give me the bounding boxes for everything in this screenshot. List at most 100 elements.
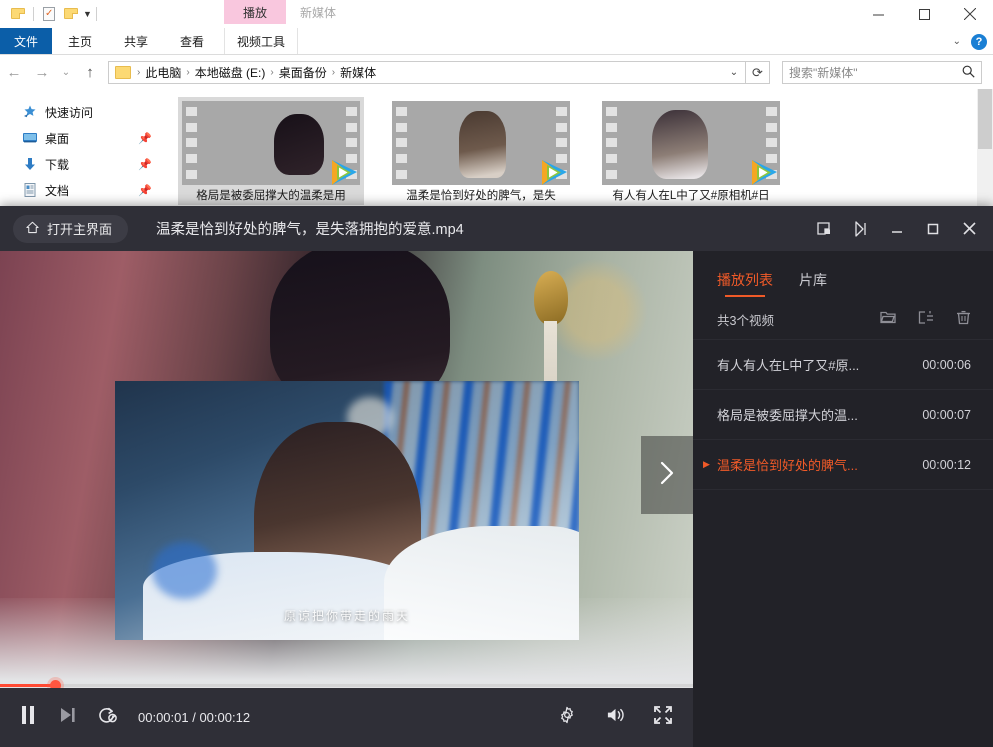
repeat-button[interactable] — [88, 688, 128, 747]
player-file-title: 温柔是恰到好处的脾气，是失落拥抱的爱意.mp4 — [156, 222, 464, 238]
close-button[interactable] — [947, 0, 993, 28]
maximize-button[interactable] — [901, 0, 947, 28]
recent-locations-icon[interactable]: ⌄ — [56, 56, 76, 89]
film-sprockets-left — [602, 101, 620, 185]
open-folder-icon[interactable] — [880, 310, 896, 328]
forward-arrow-icon[interactable]: → — [28, 56, 56, 89]
breadcrumb-sep-0: › — [137, 67, 141, 78]
video-stage[interactable]: 原谅把你带走的雨天 — [0, 251, 693, 747]
scrollbar-thumb[interactable] — [978, 89, 992, 149]
playlist-tab-strip: 播放列表 片库 — [693, 251, 993, 299]
tab-share[interactable]: 共享 — [108, 28, 164, 54]
playlist-item[interactable]: ▶ 温柔是恰到好处的脾气... 00:00:12 — [693, 439, 993, 489]
settings-button[interactable] — [547, 688, 587, 747]
tencent-video-icon — [746, 157, 784, 189]
pin-icon[interactable]: 📌 — [138, 158, 152, 171]
tab-view[interactable]: 查看 — [164, 28, 220, 54]
breadcrumb-sep-2: › — [270, 67, 274, 78]
player-right-controls — [547, 688, 683, 747]
address-breadcrumb-bar[interactable]: › 此电脑 › 本地磁盘 (E:) › 桌面备份 › 新媒体 ⌄ — [108, 61, 746, 84]
minimize-button[interactable] — [855, 0, 901, 28]
volume-button[interactable] — [595, 688, 635, 747]
breadcrumb-new-media[interactable]: 新媒体 — [337, 64, 379, 81]
playlist-item-duration: 00:00:12 — [922, 457, 971, 472]
close-icon[interactable] — [951, 206, 987, 251]
folder-icon[interactable] — [7, 3, 29, 25]
pause-icon — [20, 705, 36, 730]
thumbnail-image — [621, 105, 761, 181]
address-bar-row: ← → ⌄ ↑ › 此电脑 › 本地磁盘 (E:) › 桌面备份 › 新媒体 ⌄… — [0, 56, 993, 89]
nav-item-quick-access[interactable]: 快速访问 — [0, 99, 170, 125]
playlist-item[interactable]: 格局是被委屈撑大的温... 00:00:07 — [693, 389, 993, 439]
nav-item-downloads[interactable]: 下载 📌 — [0, 151, 170, 177]
tab-library[interactable]: 片库 — [799, 270, 827, 299]
search-icon[interactable] — [962, 65, 975, 81]
next-video-button[interactable] — [641, 436, 693, 514]
playlist-count-label: 共3个视频 — [717, 313, 774, 328]
gear-icon — [558, 706, 576, 729]
cast-icon[interactable] — [843, 206, 879, 251]
pause-button[interactable] — [8, 688, 48, 747]
breadcrumb-folder-icon — [115, 66, 131, 79]
chevron-down-icon[interactable]: ⌄ — [953, 36, 961, 47]
search-input[interactable]: 搜索"新媒体" — [782, 61, 982, 84]
properties-icon[interactable] — [38, 3, 60, 25]
video-thumbnail — [182, 101, 360, 185]
tab-video-tools[interactable]: 视频工具 — [224, 28, 299, 54]
progress-track[interactable] — [0, 684, 693, 687]
quick-access-toolbar: ▼ — [0, 3, 101, 25]
minimize-icon[interactable] — [879, 206, 915, 251]
video-bokeh-blue — [152, 541, 218, 599]
video-subtitle: 原谅把你带走的雨天 — [283, 609, 410, 623]
mini-window-icon[interactable] — [807, 206, 843, 251]
address-dropdown-icon[interactable]: ⌄ — [723, 67, 745, 78]
player-control-bar: 00:00:01 / 00:00:12 — [0, 688, 693, 747]
player-title-bar: 打开主界面 温柔是恰到好处的脾气，是失落拥抱的爱意.mp4 — [0, 206, 993, 251]
file-name: 格局是被委屈撑大的温柔是用 — [196, 190, 346, 202]
repeat-off-icon — [98, 706, 118, 729]
nav-item-desktop[interactable]: 桌面 📌 — [0, 125, 170, 151]
open-main-ui-button[interactable]: 打开主界面 — [13, 214, 129, 243]
help-icon[interactable]: ? — [971, 33, 987, 50]
nav-item-documents[interactable]: 文档 📌 — [0, 177, 170, 203]
nav-item-label: 桌面 — [45, 131, 70, 146]
contextual-tab-name: 新媒体 — [300, 5, 337, 20]
file-name: 有人有人在L中了又#原相机#日 — [612, 190, 770, 202]
playlist-item-name: 温柔是恰到好处的脾气... — [717, 458, 858, 473]
tab-playlist[interactable]: 播放列表 — [717, 270, 773, 299]
up-arrow-icon[interactable]: ↑ — [76, 56, 104, 89]
home-icon — [25, 220, 40, 238]
tab-home[interactable]: 主页 — [52, 28, 108, 54]
breadcrumb-drive-e[interactable]: 本地磁盘 (E:) — [192, 64, 269, 81]
tab-file[interactable]: 文件 — [0, 28, 52, 54]
file-name: 温柔是恰到好处的脾气，是失 — [406, 190, 556, 202]
customize-caret-icon[interactable]: ▼ — [83, 3, 92, 25]
file-item[interactable]: 格局是被委屈撑大的温柔是用 — [178, 97, 364, 205]
qat-divider-2 — [95, 7, 97, 21]
contextual-tab-header[interactable]: 播放 — [224, 0, 286, 24]
file-item[interactable]: 温柔是恰到好处的脾气，是失 — [388, 97, 574, 205]
desktop-icon — [22, 130, 38, 146]
next-track-button[interactable] — [48, 688, 88, 747]
pin-icon[interactable]: 📌 — [138, 132, 152, 145]
fullscreen-button[interactable] — [643, 688, 683, 747]
thumbnail-image — [201, 105, 341, 181]
maximize-icon[interactable] — [915, 206, 951, 251]
playlist-item[interactable]: 有人有人在L中了又#原... 00:00:06 — [693, 339, 993, 389]
back-arrow-icon[interactable]: ← — [0, 56, 28, 89]
breadcrumb-this-pc[interactable]: 此电脑 — [142, 64, 184, 81]
tencent-video-icon — [536, 157, 574, 189]
playlist-item-duration: 00:00:06 — [922, 357, 971, 372]
delete-icon[interactable] — [956, 310, 971, 328]
film-sprockets-left — [392, 101, 410, 185]
pin-icon[interactable]: 📌 — [138, 184, 152, 197]
refresh-icon[interactable]: ⟳ — [746, 61, 770, 84]
add-to-playlist-icon[interactable] — [918, 310, 934, 328]
breadcrumb-desktop-backup[interactable]: 桌面备份 — [276, 64, 330, 81]
search-placeholder: 搜索"新媒体" — [789, 66, 858, 80]
open-main-ui-label: 打开主界面 — [47, 222, 113, 237]
video-inner-frame: 原谅把你带走的雨天 — [115, 381, 579, 640]
file-item[interactable]: 有人有人在L中了又#原相机#日 — [598, 97, 784, 205]
new-folder-icon[interactable] — [60, 3, 82, 25]
breadcrumb-sep-3: › — [331, 67, 336, 78]
